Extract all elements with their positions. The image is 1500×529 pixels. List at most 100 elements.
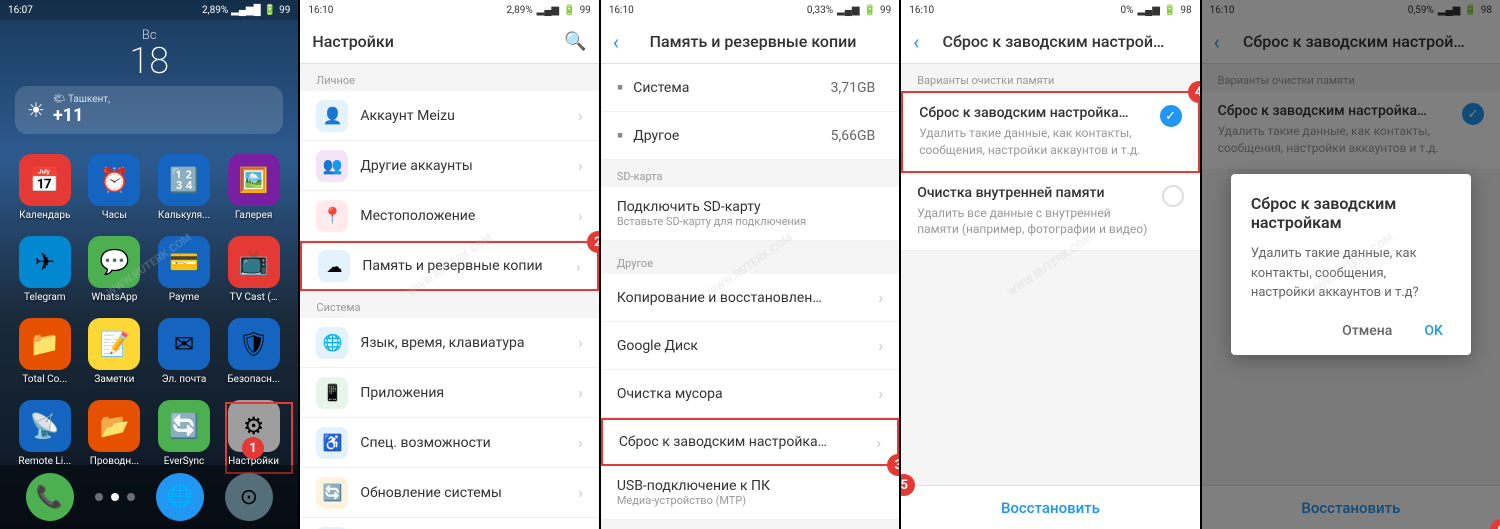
memory-system-item: ▪ Система 3,71GB xyxy=(601,64,899,112)
battery-level: 99 xyxy=(279,5,290,16)
app-calculator[interactable]: 🔢 Калькуля... xyxy=(154,154,214,221)
home-screen: 16:07 2,89% ▂▄▆█ 🔋 99 Вс 18 ☀ 🌤 Ташкент,… xyxy=(0,0,298,529)
status-bar-4: 16:10 0% ▂▄▆ 🔋 98 xyxy=(901,0,1199,20)
factory-reset-title: Сброс к заводским настройка… xyxy=(919,105,1151,121)
settings-item-language[interactable]: 🌐 Язык, время, клавиатура xyxy=(300,318,598,368)
internal-memory-header: Очистка внутренней памяти Удалить все да… xyxy=(917,185,1183,239)
dot-2 xyxy=(111,493,119,501)
app-email[interactable]: ✉ Эл. почта xyxy=(154,318,214,385)
settings-item-other-accounts[interactable]: 👥 Другие аккаунты xyxy=(300,141,598,191)
dock: 📞 🌐 ⊙ xyxy=(0,465,298,529)
signal-icon-4: ▂▄▆ xyxy=(1137,5,1159,16)
dock-browser[interactable]: 🌐 xyxy=(156,473,204,521)
dialog-cancel-button[interactable]: Отмена xyxy=(1334,319,1400,343)
internal-memory-title: Очистка внутренней памяти xyxy=(917,185,1153,201)
search-button[interactable]: 🔍 xyxy=(564,31,586,52)
app-calendar[interactable]: 📅 Календарь xyxy=(15,154,75,221)
settings-item-update[interactable]: 🔄 Обновление системы xyxy=(300,468,598,518)
location-icon: 📍 xyxy=(316,200,348,232)
status-bar-3: 16:10 0,33% ▂▄▆ 🔋 99 xyxy=(601,0,899,20)
backup-item[interactable]: Копирование и восстановлен… xyxy=(601,274,899,322)
app-eversync[interactable]: 🔄 EverSync xyxy=(154,400,214,467)
app-totalco[interactable]: 📁 Total Co... xyxy=(15,318,75,385)
dialog-ok-button[interactable]: OK xyxy=(1416,319,1451,343)
settings-item-about[interactable]: ℹ О телефоне xyxy=(300,518,598,529)
personal-section-label: Личное xyxy=(300,64,598,91)
internal-memory-option[interactable]: Очистка внутренней памяти Удалить все да… xyxy=(901,173,1199,252)
app-whatsapp[interactable]: 💬 WhatsApp xyxy=(85,236,145,303)
divider-other xyxy=(601,241,899,251)
clock-icon: ⏰ xyxy=(88,154,140,206)
weather-city: 🌤 Ташкент, xyxy=(53,94,110,105)
usb-sub: Медиа-устройство (МТР) xyxy=(617,494,770,507)
reset-item[interactable]: Сброс к заводским настройка… 3 xyxy=(601,418,899,466)
gallery-label: Галерея xyxy=(235,210,272,221)
telegram-icon: ✈ xyxy=(19,236,71,288)
reset-header: ‹ Сброс к заводским настрой… xyxy=(901,20,1199,64)
factory-reset-radio[interactable]: ✓ xyxy=(1160,105,1182,127)
dialog-title: Сброс к заводским настройкам xyxy=(1251,194,1451,232)
battery-percent: 2,89% xyxy=(202,5,228,16)
restore-button[interactable]: Восстановить xyxy=(1001,499,1100,517)
app-gallery[interactable]: 🖼️ Галерея xyxy=(224,154,284,221)
status-time-4: 16:10 xyxy=(909,5,934,16)
settings-item-memory[interactable]: ☁ Память и резервные копии 2 xyxy=(300,241,598,291)
app-security[interactable]: 🛡 Безопасн... xyxy=(224,318,284,385)
factory-reset-option[interactable]: Сброс к заводским настройка… Удалить так… xyxy=(901,91,1199,173)
app-notes[interactable]: 📝 Заметки xyxy=(85,318,145,385)
memory-page-title: Память и резервные копии xyxy=(650,32,857,51)
location-label: Местоположение xyxy=(360,208,578,224)
remote-icon: 📡 xyxy=(19,400,71,452)
memory-arrow xyxy=(576,257,581,276)
app-remote[interactable]: 📡 Remote Li... xyxy=(15,400,75,467)
app-telegram[interactable]: ✈ Telegram xyxy=(15,236,75,303)
status-percent-3: 0,33% xyxy=(807,5,833,16)
dialog-overlay: Сброс к заводским настройкам Удалить так… xyxy=(1202,0,1500,529)
settings-item-apps[interactable]: 📱 Приложения xyxy=(300,368,598,418)
settings-item-location[interactable]: 📍 Местоположение xyxy=(300,191,598,241)
accessibility-icon: ♿ xyxy=(316,427,348,459)
payme-label: Payme xyxy=(169,292,199,303)
system-size: 3,71GB xyxy=(831,80,876,96)
telegram-label: Telegram xyxy=(24,292,66,303)
app-grid-row2: ✈ Telegram 💬 WhatsApp 💳 Payme 📺 TV Cast … xyxy=(0,226,298,313)
settings-page-title: Настройки xyxy=(312,32,393,51)
signal-icon-3: ▂▄▆ xyxy=(837,5,859,16)
step-4-badge: 4 xyxy=(1188,81,1200,103)
app-tvcast[interactable]: 📺 TV Cast (… xyxy=(224,236,284,303)
app-grid-row3: 📁 Total Co... 📝 Заметки ✉ Эл. почта 🛡 Бе… xyxy=(0,308,298,395)
app-payme[interactable]: 💳 Payme xyxy=(154,236,214,303)
cleanup-item[interactable]: Очистка мусора xyxy=(601,370,899,418)
memory-menu-icon: ☁ xyxy=(318,250,350,282)
usb-item[interactable]: USB-подключение к ПК Медиа-устройство (М… xyxy=(601,466,899,520)
settings-header: Настройки 🔍 xyxy=(300,20,598,64)
sd-action-label: Подключить SD-карту xyxy=(617,199,806,215)
back-button-4[interactable]: ‹ xyxy=(913,30,919,54)
dock-phone[interactable]: 📞 xyxy=(26,473,74,521)
battery-level-4: 98 xyxy=(1180,5,1191,16)
confirm-dialog: Сброс к заводским настройкам Удалить так… xyxy=(1231,174,1471,355)
totalco-icon: 📁 xyxy=(19,318,71,370)
location-arrow xyxy=(578,206,583,225)
back-button-3[interactable]: ‹ xyxy=(613,30,619,54)
app-filemanager[interactable]: 📂 Проводн... xyxy=(85,400,145,467)
reset-screen: 16:10 0% ▂▄▆ 🔋 98 ‹ Сброс к заводским на… xyxy=(901,0,1199,529)
status-percent-4: 0% xyxy=(1121,5,1134,16)
bullet-icon-1: ▪ xyxy=(617,77,623,98)
dock-camera[interactable]: ⊙ xyxy=(225,473,273,521)
internal-memory-radio[interactable] xyxy=(1162,185,1184,207)
settings-item-account[interactable]: 👤 Аккаунт Meizu xyxy=(300,91,598,141)
gismeteo-icon: 🌤 xyxy=(53,94,66,105)
email-icon: ✉ xyxy=(158,318,210,370)
language-arrow xyxy=(578,333,583,352)
status-icons-3: 0,33% ▂▄▆ 🔋 99 xyxy=(807,5,891,16)
other-size: 5,66GB xyxy=(831,128,876,144)
other-label: Другое xyxy=(633,128,830,144)
gdrive-arrow xyxy=(878,336,883,355)
app-clock[interactable]: ⏰ Часы xyxy=(85,154,145,221)
dialog-actions: Отмена OK xyxy=(1251,319,1451,343)
status-percent-2: 2,89% xyxy=(506,5,532,16)
settings-item-accessibility[interactable]: ♿ Спец. возможности xyxy=(300,418,598,468)
gdrive-item[interactable]: Google Диск xyxy=(601,322,899,370)
home-date: Вс 18 xyxy=(0,20,298,81)
